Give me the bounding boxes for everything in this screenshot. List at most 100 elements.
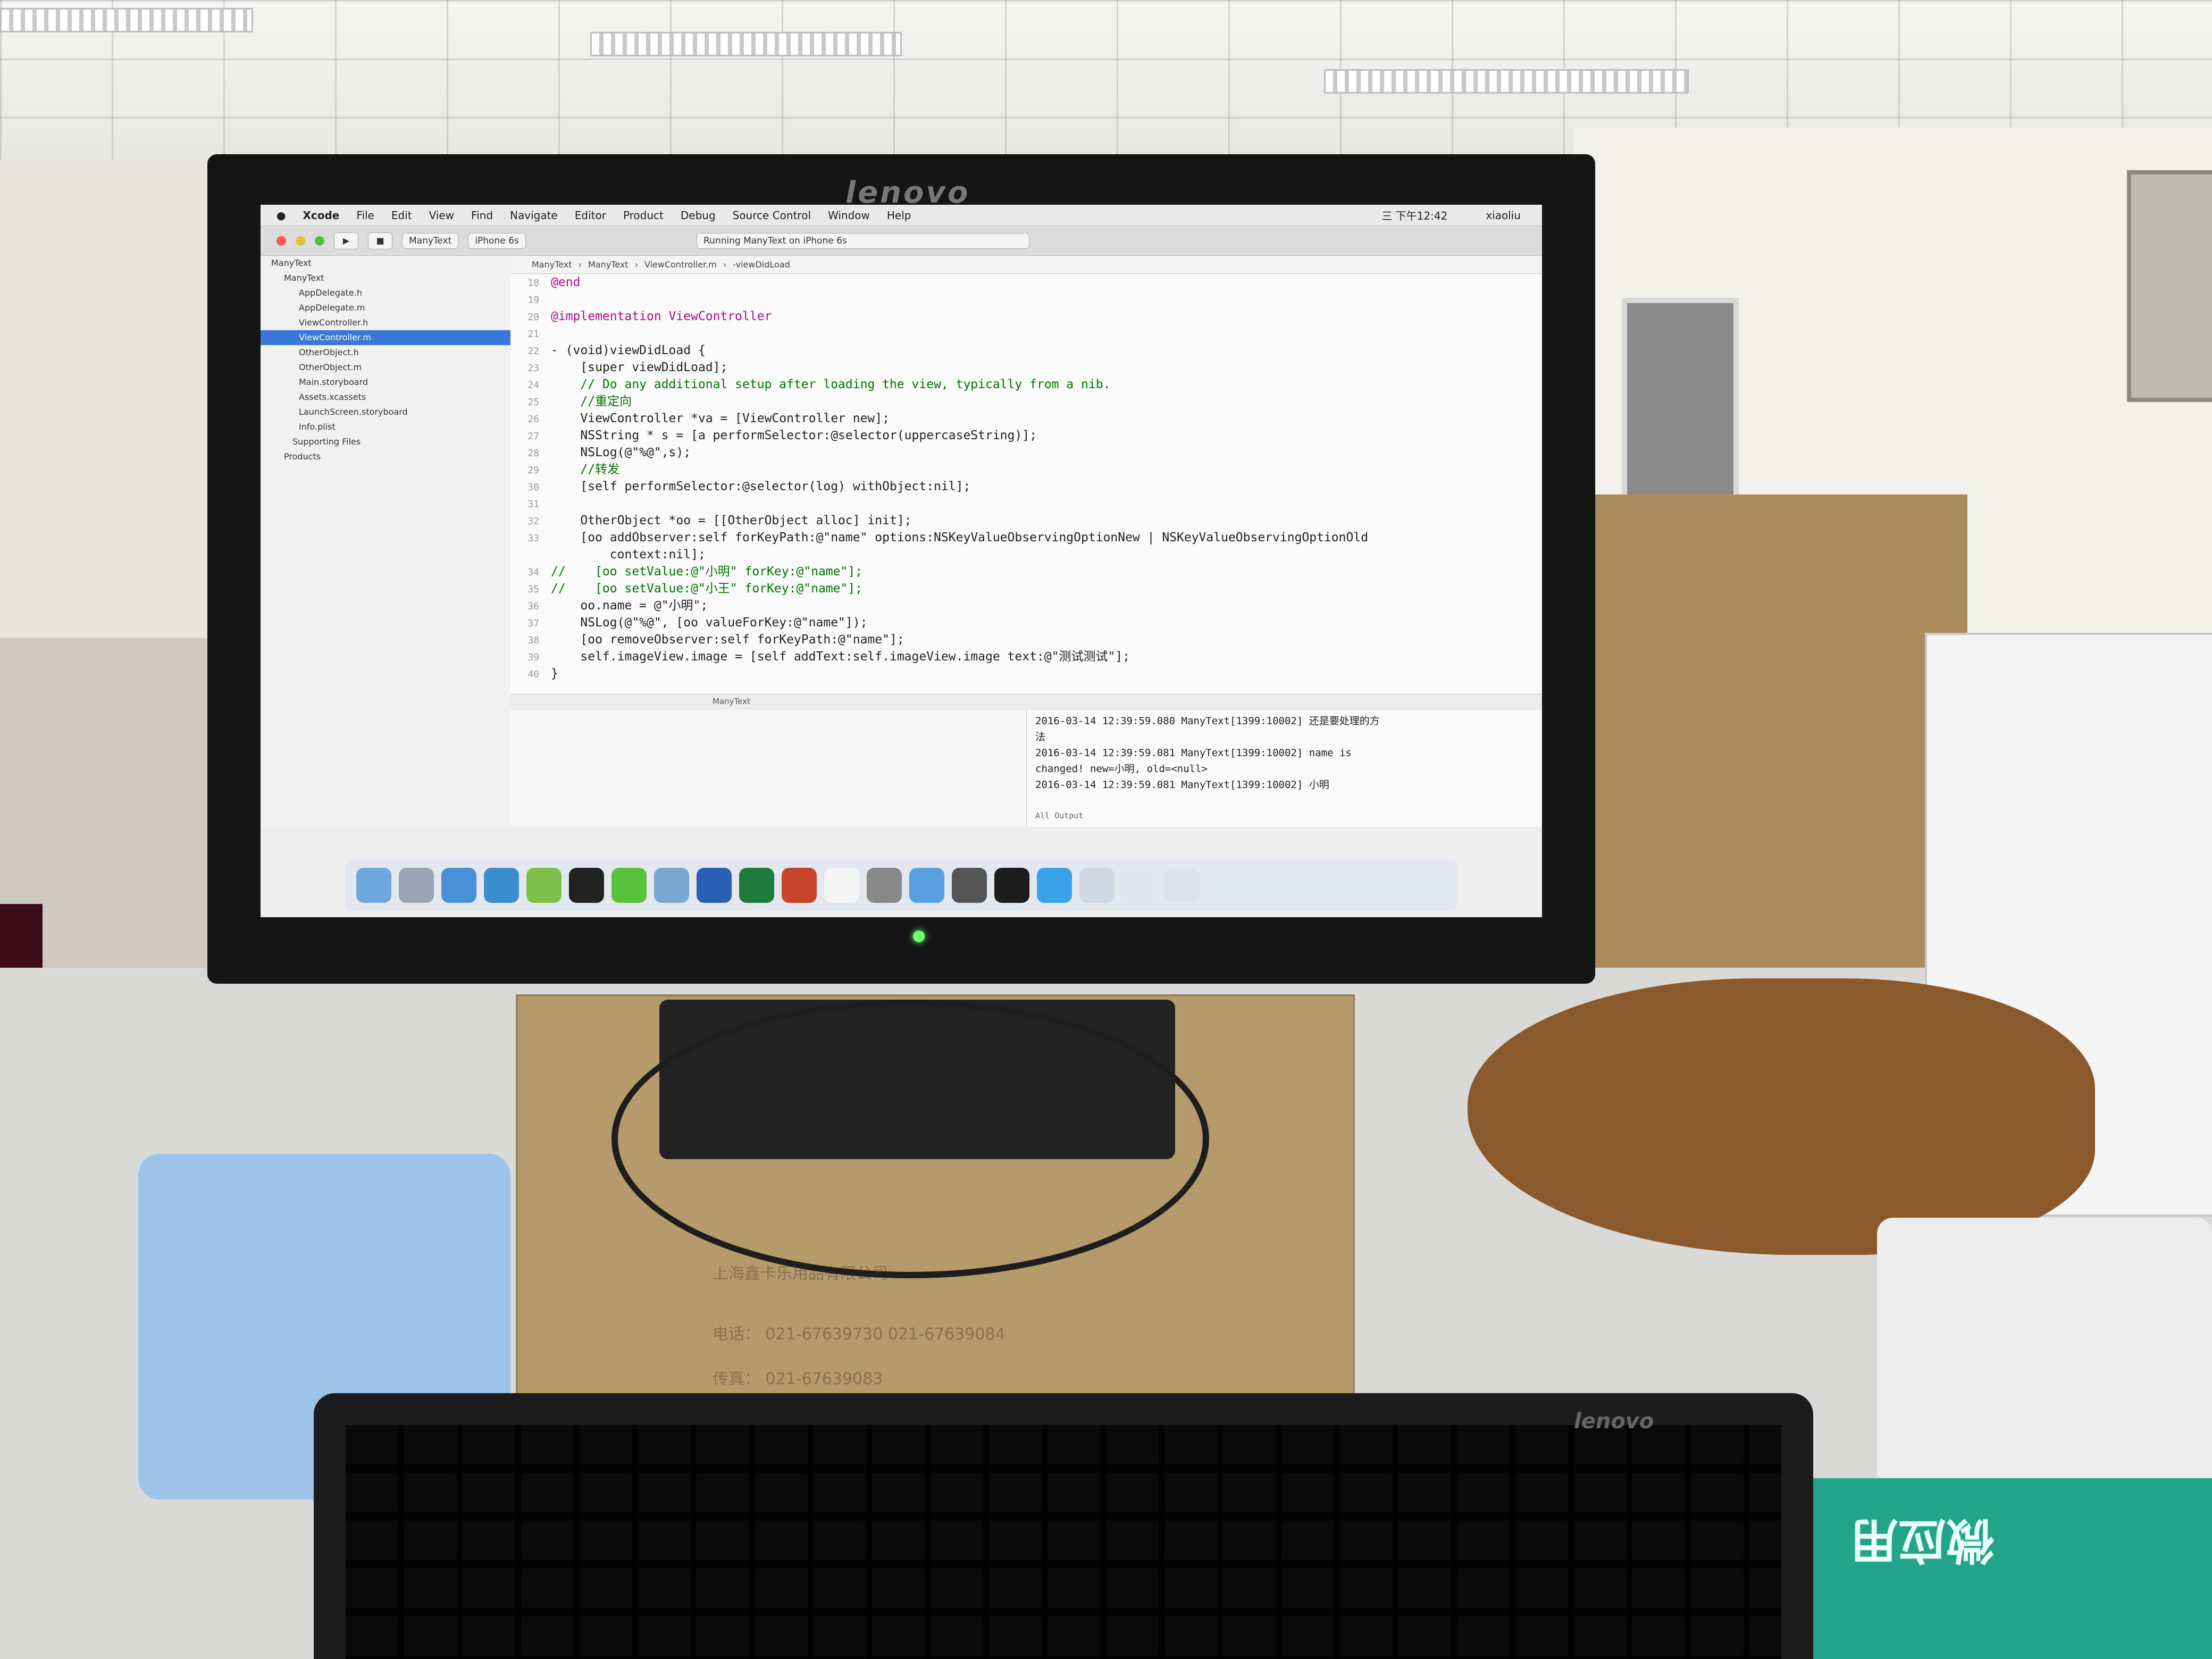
menu-editor[interactable]: Editor	[575, 209, 606, 222]
code-line[interactable]: 37 NSLog(@"%@", [oo valueForKey:@"name"]…	[510, 614, 1542, 631]
code-text: // Do any additional setup after loading…	[551, 378, 1111, 391]
code-line[interactable]: 18 @end	[510, 274, 1542, 291]
nav-item-file[interactable]: AppDelegate.m	[261, 300, 510, 315]
menu-navigate[interactable]: Navigate	[510, 209, 558, 222]
documents-stack-icon[interactable]	[1122, 868, 1157, 903]
code-line[interactable]: 40}	[510, 665, 1542, 682]
nav-item-file[interactable]: Info.plist	[261, 420, 510, 434]
menu-file[interactable]: File	[356, 209, 374, 222]
menu-edit[interactable]: Edit	[391, 209, 412, 222]
variables-view[interactable]	[510, 710, 1026, 827]
nav-item-folder[interactable]: Products	[261, 449, 510, 464]
menu-source-control[interactable]: Source Control	[733, 209, 811, 222]
code-line[interactable]: context:nil];	[510, 546, 1542, 563]
source-editor[interactable]: 18 @end 19 20 @implementation ViewController…	[510, 274, 1542, 694]
word-icon[interactable]	[697, 868, 732, 903]
code-line[interactable]: 28 NSLog(@"%@",s);	[510, 444, 1542, 461]
menu-help[interactable]: Help	[887, 209, 911, 222]
nav-item-group[interactable]: ManyText	[261, 271, 510, 286]
android-studio-icon[interactable]	[526, 868, 562, 903]
nav-item-project[interactable]: ManyText	[261, 256, 510, 271]
nav-item-file[interactable]: OtherObject.h	[261, 345, 510, 360]
app-store-icon[interactable]	[909, 868, 944, 903]
line-number: 32	[527, 516, 539, 527]
code-line[interactable]: 26 ViewController *va = [ViewController …	[510, 410, 1542, 427]
code-text: // [oo setValue:@"小明" forKey:@"name"];	[551, 565, 863, 579]
nav-item-file[interactable]: Main.storyboard	[261, 375, 510, 390]
menubar-clock[interactable]: 三 下午12:42	[1381, 207, 1447, 223]
code-line[interactable]: 33 [oo addObserver:self forKeyPath:@"nam…	[510, 529, 1542, 546]
code-line[interactable]: 34 // [oo setValue:@"小明" forKey:@"name"];	[510, 563, 1542, 580]
menu-find[interactable]: Find	[471, 209, 493, 222]
safari-icon[interactable]	[441, 868, 476, 903]
nav-item-file[interactable]: OtherObject.m	[261, 360, 510, 375]
debug-console[interactable]: 2016-03-14 12:39:59.080 ManyText[1399:10…	[1026, 710, 1542, 827]
menubar-user[interactable]: xiaoliu	[1486, 209, 1521, 222]
code-line[interactable]: 31	[510, 495, 1542, 512]
code-line[interactable]: 22 - (void)viewDidLoad {	[510, 342, 1542, 359]
code-line[interactable]: 29 //转发	[510, 461, 1542, 478]
code-line[interactable]: 36 oo.name = @"小明";	[510, 597, 1542, 614]
app-icon[interactable]	[1037, 868, 1072, 903]
menu-window[interactable]: Window	[828, 209, 870, 222]
finder-icon[interactable]	[356, 868, 391, 903]
code-line[interactable]: 19	[510, 291, 1542, 308]
qq-icon[interactable]	[569, 868, 604, 903]
downloads-stack-icon[interactable]	[1079, 868, 1115, 903]
nav-item-file[interactable]: AppDelegate.h	[261, 286, 510, 300]
line-number: 18	[527, 278, 539, 289]
code-text: // [oo setValue:@"小王" forKey:@"name"];	[551, 582, 863, 596]
wall-board	[2127, 170, 2212, 402]
powerpoint-icon[interactable]	[782, 868, 817, 903]
menu-xcode[interactable]: Xcode	[303, 209, 339, 222]
scheme-selector[interactable]: ManyText	[402, 232, 459, 249]
nav-item-file[interactable]: Assets.xcassets	[261, 390, 510, 405]
nav-item-file[interactable]: ViewController.h	[261, 315, 510, 330]
simulator-icon[interactable]	[952, 868, 987, 903]
code-line[interactable]: 38 [oo removeObserver:self forKeyPath:@"…	[510, 631, 1542, 648]
code-line[interactable]: 25 //重定向	[510, 393, 1542, 410]
code-line[interactable]: 30 [self performSelector:@selector(log) …	[510, 478, 1542, 495]
nav-item-file[interactable]: LaunchScreen.storyboard	[261, 405, 510, 420]
nav-item-file-selected[interactable]: ViewController.m	[261, 330, 510, 345]
code-line[interactable]: 24 // Do any additional setup after load…	[510, 376, 1542, 393]
launchpad-icon[interactable]	[399, 868, 434, 903]
code-line[interactable]: 32 OtherObject *oo = [[OtherObject alloc…	[510, 512, 1542, 529]
apple-icon[interactable]: ●	[276, 209, 286, 222]
zoom-window-icon[interactable]	[315, 236, 324, 246]
code-line[interactable]: 21	[510, 325, 1542, 342]
trash-icon[interactable]	[1164, 868, 1200, 903]
console-filter[interactable]: All Output	[1035, 808, 1083, 824]
code-text: ViewController *va = [ViewController new…	[551, 412, 890, 425]
code-line[interactable]: 39 self.imageView.image = [self addText:…	[510, 648, 1542, 665]
wechat-icon[interactable]	[611, 868, 647, 903]
code-text: oo.name = @"小明";	[551, 599, 708, 613]
preview-icon[interactable]	[654, 868, 689, 903]
code-line[interactable]: 20 @implementation ViewController	[510, 308, 1542, 325]
code-text: @end	[551, 275, 581, 289]
code-line[interactable]: 23 [super viewDidLoad];	[510, 359, 1542, 376]
terminal-icon[interactable]	[994, 868, 1029, 903]
line-number: 21	[527, 329, 539, 340]
nav-item-folder[interactable]: Supporting Files	[261, 434, 510, 449]
stop-button[interactable]: ■	[368, 232, 392, 249]
menu-view[interactable]: View	[429, 209, 454, 222]
jumpbar-crumb[interactable]: -viewDidLoad	[733, 259, 790, 270]
close-window-icon[interactable]	[276, 236, 286, 246]
menu-product[interactable]: Product	[623, 209, 664, 222]
jumpbar-crumb[interactable]: ManyText	[532, 259, 572, 270]
code-line[interactable]: 35 // [oo setValue:@"小王" forKey:@"name"];	[510, 580, 1542, 597]
system-preferences-icon[interactable]	[867, 868, 902, 903]
menu-debug[interactable]: Debug	[681, 209, 716, 222]
code-text: NSString * s = [a performSelector:@selec…	[551, 429, 1037, 442]
xcode-icon[interactable]	[484, 868, 519, 903]
calendar-icon[interactable]	[824, 868, 859, 903]
run-button[interactable]: ▶	[334, 232, 358, 249]
device-selector[interactable]: iPhone 6s	[468, 232, 526, 249]
jumpbar-crumb[interactable]: ManyText	[588, 259, 629, 270]
code-line[interactable]: 27 NSString * s = [a performSelector:@se…	[510, 427, 1542, 444]
excel-icon[interactable]	[739, 868, 774, 903]
line-number: 28	[527, 448, 539, 459]
jumpbar-crumb[interactable]: ViewController.m	[644, 259, 717, 270]
minimize-window-icon[interactable]	[296, 236, 305, 246]
